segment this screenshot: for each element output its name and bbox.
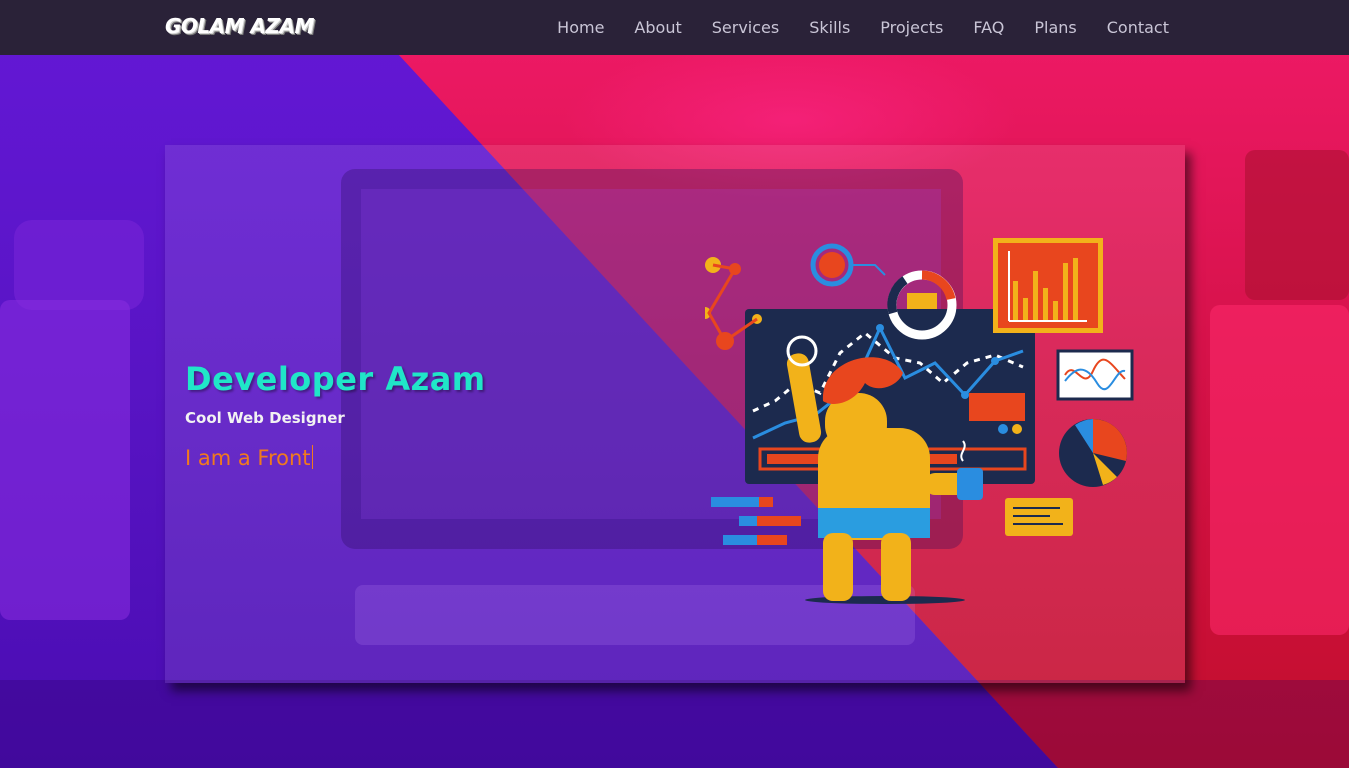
nav-link-contact[interactable]: Contact — [1107, 18, 1169, 37]
nav-link-services[interactable]: Services — [712, 18, 779, 37]
typed-text: I am a Front — [185, 446, 311, 470]
typing-cursor — [311, 445, 313, 469]
top-navbar: GOLAM AZAM Home About Services Skills Pr… — [0, 0, 1349, 55]
nav-link-faq[interactable]: FAQ — [973, 18, 1004, 37]
hero-card: Developer Azam Cool Web Designer I am a … — [165, 145, 1185, 683]
nav-link-skills[interactable]: Skills — [809, 18, 850, 37]
site-logo[interactable]: GOLAM AZAM — [165, 14, 314, 38]
background-left-box — [0, 300, 130, 620]
typed-text-line: I am a Front — [185, 445, 313, 470]
background-camera — [14, 220, 144, 310]
nav-link-projects[interactable]: Projects — [880, 18, 943, 37]
printer-widget — [969, 393, 1025, 421]
background-radio — [1245, 150, 1349, 300]
coffee-mug — [957, 468, 983, 500]
background-desk — [0, 680, 1349, 768]
developer-illustration — [705, 238, 1134, 604]
hero-title: Developer Azam — [185, 360, 486, 398]
nav-menu: Home About Services Skills Projects FAQ … — [557, 0, 1169, 55]
hero-subtitle: Cool Web Designer — [185, 409, 345, 427]
nav-link-plans[interactable]: Plans — [1034, 18, 1076, 37]
background-right-box — [1210, 305, 1349, 635]
nav-link-home[interactable]: Home — [557, 18, 604, 37]
nav-link-about[interactable]: About — [634, 18, 681, 37]
